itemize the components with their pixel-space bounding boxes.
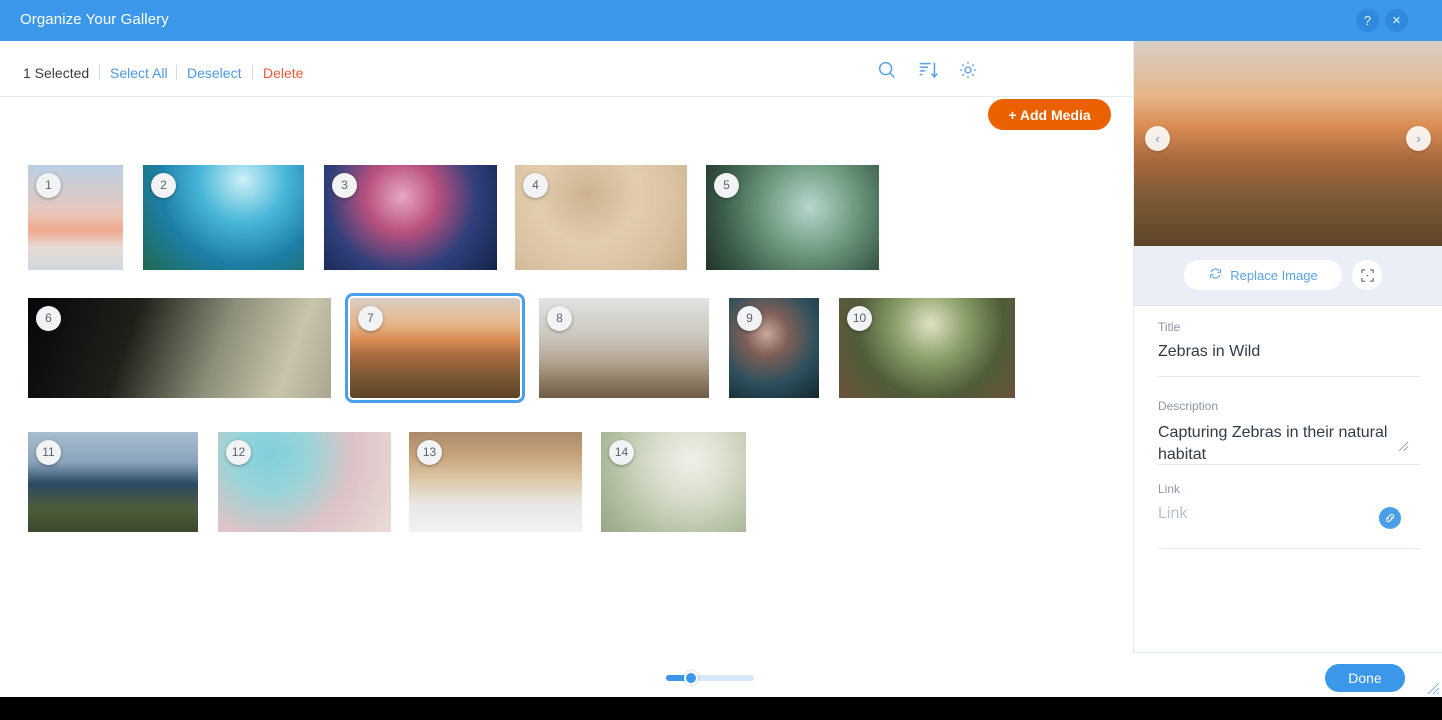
- details-pane: ‹ › Replace Image Title Zebras in Wild D…: [1133, 41, 1442, 697]
- thumbnail-index-badge: 6: [36, 306, 61, 331]
- title-bar: Organize Your Gallery ? ×: [0, 0, 1442, 41]
- thumbnail-index-badge: 9: [737, 306, 762, 331]
- field-divider: [1158, 548, 1420, 549]
- gallery-thumbnail-11[interactable]: 11: [28, 432, 198, 532]
- help-icon[interactable]: ?: [1356, 9, 1379, 32]
- close-icon[interactable]: ×: [1385, 9, 1408, 32]
- replace-image-button[interactable]: Replace Image: [1184, 260, 1342, 290]
- gallery-thumbnail-6[interactable]: 6: [28, 298, 331, 398]
- toolbar-divider: [99, 65, 100, 80]
- thumbnail-index-badge: 3: [332, 173, 357, 198]
- thumbnail-index-badge: 1: [36, 173, 61, 198]
- preview-image: ‹ ›: [1134, 41, 1442, 246]
- title-field[interactable]: Title Zebras in Wild: [1158, 320, 1420, 361]
- done-button[interactable]: Done: [1325, 664, 1405, 692]
- deselect-button[interactable]: Deselect: [187, 65, 241, 81]
- thumbnail-size-slider[interactable]: [666, 671, 754, 685]
- window-resize-grip[interactable]: [1424, 679, 1440, 695]
- thumbnail-index-badge: 11: [36, 440, 61, 465]
- thumbnail-index-badge: 8: [547, 306, 572, 331]
- description-field[interactable]: Description Capturing Zebras in their na…: [1158, 399, 1420, 466]
- gallery-thumbnail-10[interactable]: 10: [839, 298, 1015, 398]
- thumbnail-index-badge: 14: [609, 440, 634, 465]
- replace-image-label: Replace Image: [1230, 267, 1318, 283]
- thumbnail-index-badge: 13: [417, 440, 442, 465]
- description-label: Description: [1158, 399, 1219, 413]
- gallery-thumbnail-12[interactable]: 12: [218, 432, 391, 532]
- toolbar-divider: [176, 65, 177, 80]
- title-value[interactable]: Zebras in Wild: [1158, 343, 1420, 361]
- gallery-thumbnail-1[interactable]: 1: [28, 165, 123, 270]
- selected-count-label: 1 Selected: [23, 65, 90, 81]
- thumbnail-grid: 1 2 3 4 5 6 7 8 9 10 11 12 13 14: [0, 97, 1133, 687]
- gallery-toolbar: 1 Selected Select All Deselect Delete + …: [0, 41, 1133, 130]
- gear-icon[interactable]: [955, 57, 981, 83]
- thumbnail-index-badge: 2: [151, 173, 176, 198]
- gallery-thumbnail-14[interactable]: 14: [601, 432, 746, 532]
- field-divider: [1158, 376, 1420, 377]
- search-icon[interactable]: [874, 57, 900, 83]
- thumbnail-index-badge: 5: [714, 173, 739, 198]
- description-value[interactable]: Capturing Zebras in their natural habita…: [1158, 422, 1420, 466]
- gallery-thumbnail-13[interactable]: 13: [409, 432, 582, 532]
- next-image-button[interactable]: ›: [1406, 126, 1431, 151]
- description-resize-handle[interactable]: [1398, 441, 1409, 452]
- window-title: Organize Your Gallery: [20, 11, 169, 28]
- toolbar-divider: [252, 65, 253, 80]
- thumbnail-index-badge: 12: [226, 440, 251, 465]
- chain-link-icon[interactable]: [1379, 507, 1401, 529]
- slider-knob[interactable]: [683, 671, 698, 685]
- gallery-thumbnail-8[interactable]: 8: [539, 298, 709, 398]
- thumbnail-index-badge: 7: [358, 306, 383, 331]
- thumbnail-index-badge: 10: [847, 306, 872, 331]
- link-label: Link: [1158, 482, 1181, 496]
- gallery-thumbnail-2[interactable]: 2: [143, 165, 304, 270]
- gallery-thumbnail-3[interactable]: 3: [324, 165, 497, 270]
- crop-expand-icon[interactable]: [1352, 260, 1382, 290]
- image-edit-toolbar: Replace Image: [1134, 246, 1442, 306]
- gallery-thumbnail-4[interactable]: 4: [515, 165, 687, 270]
- select-all-button[interactable]: Select All: [110, 65, 168, 81]
- gallery-thumbnail-9[interactable]: 9: [729, 298, 819, 398]
- field-divider: [1158, 464, 1420, 465]
- gallery-thumbnail-5[interactable]: 5: [706, 165, 879, 270]
- refresh-icon: [1208, 266, 1223, 284]
- previous-image-button[interactable]: ‹: [1145, 126, 1170, 151]
- gallery-pane: 1 Selected Select All Deselect Delete + …: [0, 41, 1133, 697]
- sort-icon[interactable]: [915, 57, 941, 83]
- gallery-thumbnail-7[interactable]: 7: [345, 293, 525, 403]
- thumbnail-index-badge: 4: [523, 173, 548, 198]
- title-label: Title: [1158, 320, 1181, 334]
- delete-button[interactable]: Delete: [263, 65, 303, 81]
- gallery-organizer-window: Organize Your Gallery ? × 1 Selected Sel…: [0, 0, 1442, 697]
